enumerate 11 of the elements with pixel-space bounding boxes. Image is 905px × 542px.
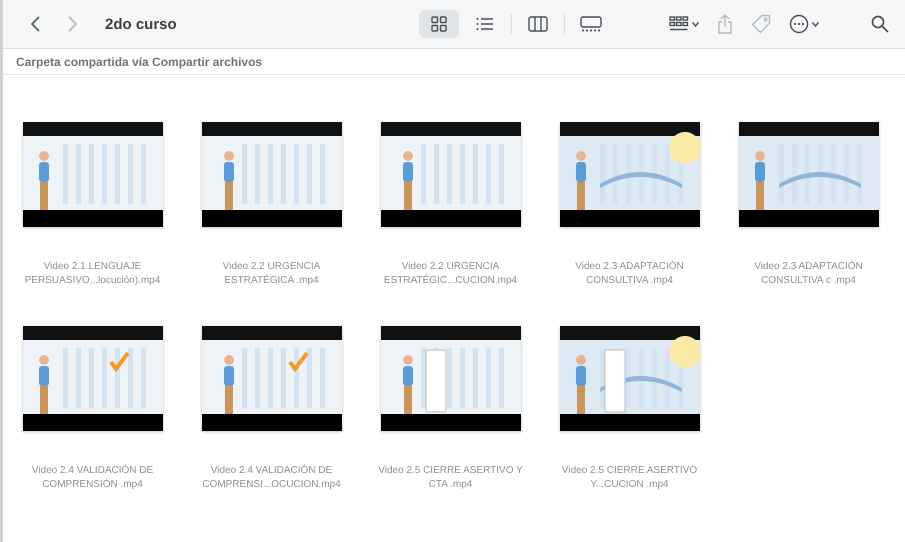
file-name[interactable]: Video 2.2 URGENCIA ESTRATÉGIC...CUCION.mp4 xyxy=(376,260,526,288)
file-name[interactable]: Video 2.5 CIERRE ASERTIVO Y...CUCION .mp4 xyxy=(554,464,704,492)
path-bar-text: Carpeta compartida vía Compartir archivos xyxy=(16,54,262,68)
file-name[interactable]: Video 2.2 URGENCIA ESTRATÉGICA .mp4 xyxy=(196,260,346,288)
file-name[interactable]: Video 2.3 ADAPTACIÓN CONSULTIVA .mp4 xyxy=(554,260,704,288)
file-name[interactable]: Video 2.5 CIERRE ASERTIVO Y CTA .mp4 xyxy=(376,464,526,492)
file-name[interactable]: Video 2.4 VALIDACIÓN DE COMPRENSIÓN .mp4 xyxy=(18,464,168,492)
file-name[interactable]: Video 2.4 VALIDACIÓN DE COMPRENSI...OCUCION.mp4 xyxy=(196,464,346,492)
file-name[interactable]: Video 2.1 LENGUAJE PERSUASIVO...locución).mp4 xyxy=(18,260,168,288)
file-name[interactable]: Video 2.3 ADAPTACIÓN CONSULTIVA c .mp4 xyxy=(734,260,884,288)
window-title: 2do curso xyxy=(105,16,177,32)
